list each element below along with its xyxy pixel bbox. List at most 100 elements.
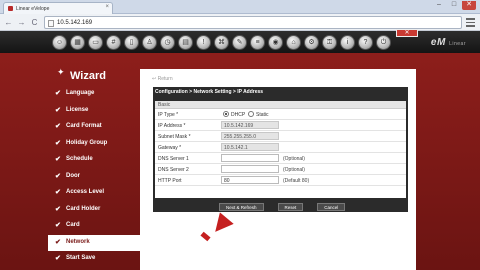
gateway-row: Gateway * 10.5.142.1: [155, 142, 406, 153]
help-icon[interactable]: ?: [358, 35, 373, 50]
dns1-label: DNS Server 1: [158, 156, 189, 162]
settings-icon[interactable]: ⚙: [304, 35, 319, 50]
tools-icon[interactable]: ✎: [232, 35, 247, 50]
page-icon: [48, 20, 54, 27]
ip-address-row: IP Address * 10.5.142.169: [155, 120, 406, 131]
door-icon[interactable]: ▯: [124, 35, 139, 50]
address-bar[interactable]: 10.5.142.169: [44, 16, 462, 29]
tab-close-icon[interactable]: ×: [105, 4, 109, 10]
checkmark-icon: ✔: [55, 255, 61, 262]
wizard-step-label: Card: [66, 222, 80, 228]
home-icon[interactable]: ⌂: [286, 35, 301, 50]
dns2-field[interactable]: [221, 165, 279, 173]
checkmark-icon: ✔: [55, 189, 61, 196]
subnet-mask-label: Subnet Mask *: [158, 134, 191, 140]
checkmark-icon: ✔: [55, 123, 61, 130]
forward-button[interactable]: →: [16, 17, 27, 28]
checkmark-icon: ✔: [55, 90, 61, 97]
wizard-step-label: Card Holder: [66, 205, 101, 212]
favicon-icon: [8, 6, 13, 11]
wizard-step-start-save[interactable]: ✔ Start Save: [48, 251, 140, 268]
chrome-menu-icon[interactable]: [466, 18, 475, 27]
ip-type-row: IP Type * DHCP Static: [155, 109, 406, 120]
wizard-step-label: Access Level: [66, 189, 105, 195]
wizard-title: Wizard: [70, 70, 106, 82]
dns1-field[interactable]: [221, 154, 279, 162]
breadcrumb: Configuration > Network Setting > IP Add…: [155, 89, 264, 95]
wizard-step-card-format[interactable]: ✔ Card Format: [48, 119, 140, 136]
ip-type-label: IP Type *: [158, 112, 179, 118]
ip-address-field[interactable]: 10.5.142.169: [221, 121, 279, 129]
logout-icon[interactable]: ⏻: [376, 35, 391, 50]
window-controls: – □ ✕: [432, 1, 476, 10]
wizard-step-language[interactable]: ✔ Language: [48, 86, 140, 103]
checkmark-icon: ✔: [55, 106, 61, 114]
minimize-button[interactable]: –: [432, 1, 446, 10]
static-radio[interactable]: [248, 111, 254, 117]
url-text: 10.5.142.169: [57, 20, 93, 26]
dns1-row: DNS Server 1 (Optional): [155, 153, 406, 164]
info-icon[interactable]: i: [340, 35, 355, 50]
subnet-mask-field[interactable]: 255.255.255.0: [221, 132, 279, 140]
wand-icon: ✦: [57, 67, 65, 77]
wizard-step-access-level[interactable]: ✔ Access Level: [48, 185, 140, 202]
alert-icon[interactable]: !: [196, 35, 211, 50]
gateway-label: Gateway *: [158, 145, 182, 151]
wizard-step-door[interactable]: ✔ Door: [48, 169, 140, 186]
return-link[interactable]: ↩ Return: [152, 76, 173, 82]
window-close-button[interactable]: ✕: [462, 1, 476, 10]
wizard-step-holiday-group[interactable]: ✔ Holiday Group: [48, 136, 140, 153]
wizard-step-label: Language: [66, 90, 95, 96]
dns2-row: DNS Server 2 (Optional): [155, 164, 406, 175]
header-icon-bar: ☺ ▦ ▭ # ▯ ♙ ◷ ▤! ⌘ ✎ ≡ ◉ ⌂ ⚙ ⚿ i? ⏻: [52, 35, 391, 50]
checkmark-icon: ✔: [55, 205, 61, 213]
person-icon[interactable]: ♙: [142, 35, 157, 50]
http-port-field[interactable]: 80: [221, 176, 279, 184]
clock-icon[interactable]: ◷: [160, 35, 175, 50]
http-port-label: HTTP Port: [158, 178, 182, 184]
close-wizard-button[interactable]: ✕: [396, 29, 418, 37]
dhcp-radio[interactable]: [223, 111, 229, 117]
form-buttons: Next & Refresh Reset Cancel: [219, 203, 346, 211]
reset-button[interactable]: Reset: [277, 203, 304, 211]
wizard-step-license[interactable]: ✔ License: [48, 103, 140, 120]
checkmark-icon: ✔: [55, 156, 61, 163]
checkmark-icon: ✔: [55, 222, 61, 229]
dns2-hint: (Optional): [283, 167, 305, 173]
wizard-step-label: License: [66, 106, 89, 113]
wizard-step-network[interactable]: ✔ Network: [48, 234, 140, 251]
wizard-step-label: Start Save: [66, 255, 96, 261]
schedule-icon[interactable]: ▤: [178, 35, 193, 50]
card-icon[interactable]: ▭: [88, 35, 103, 50]
dhcp-label: DHCP: [231, 112, 246, 118]
wizard-steps: ✔ Language ✔ License ✔ Card Format ✔ Holiday Gr…: [48, 86, 140, 268]
subnet-mask-row: Subnet Mask * 255.255.255.0: [155, 131, 406, 142]
maximize-button[interactable]: □: [447, 1, 461, 10]
checkmark-icon: ✔: [55, 238, 61, 246]
camera-icon[interactable]: ◉: [268, 35, 283, 50]
gateway-field[interactable]: 10.5.142.1: [221, 143, 279, 151]
grid-icon[interactable]: ▦: [70, 35, 85, 50]
back-button[interactable]: ←: [3, 17, 14, 28]
next-refresh-button[interactable]: Next & Refresh: [219, 203, 264, 211]
wizard-step-label: Card Format: [66, 123, 102, 129]
http-port-hint: (Default 80): [283, 178, 310, 184]
wizard-step-card-holder[interactable]: ✔ Card Holder: [48, 202, 140, 219]
browser-tab[interactable]: Linear eVelope ×: [3, 2, 113, 14]
cancel-button[interactable]: Cancel: [317, 203, 346, 211]
tab-title: Linear eVelope: [16, 6, 50, 12]
browser-tabstrip: Linear eVelope × – □ ✕: [0, 0, 480, 14]
wizard-step-label: Network: [66, 238, 90, 245]
wizard-step-schedule[interactable]: ✔ Schedule: [48, 152, 140, 169]
wizard-step-label: Holiday Group: [66, 139, 108, 146]
report-icon[interactable]: ≡: [250, 35, 265, 50]
network-icon[interactable]: ⌘: [214, 35, 229, 50]
wizard-step-card[interactable]: ✔ Card: [48, 218, 140, 235]
wizard-step-label: Schedule: [66, 156, 93, 162]
keypad-icon[interactable]: #: [106, 35, 121, 50]
reload-button[interactable]: C: [29, 17, 40, 28]
lock-icon[interactable]: ⚿: [322, 35, 337, 50]
users-icon[interactable]: ☺: [52, 35, 67, 50]
dns1-hint: (Optional): [283, 156, 305, 162]
dns2-label: DNS Server 2: [158, 167, 189, 173]
